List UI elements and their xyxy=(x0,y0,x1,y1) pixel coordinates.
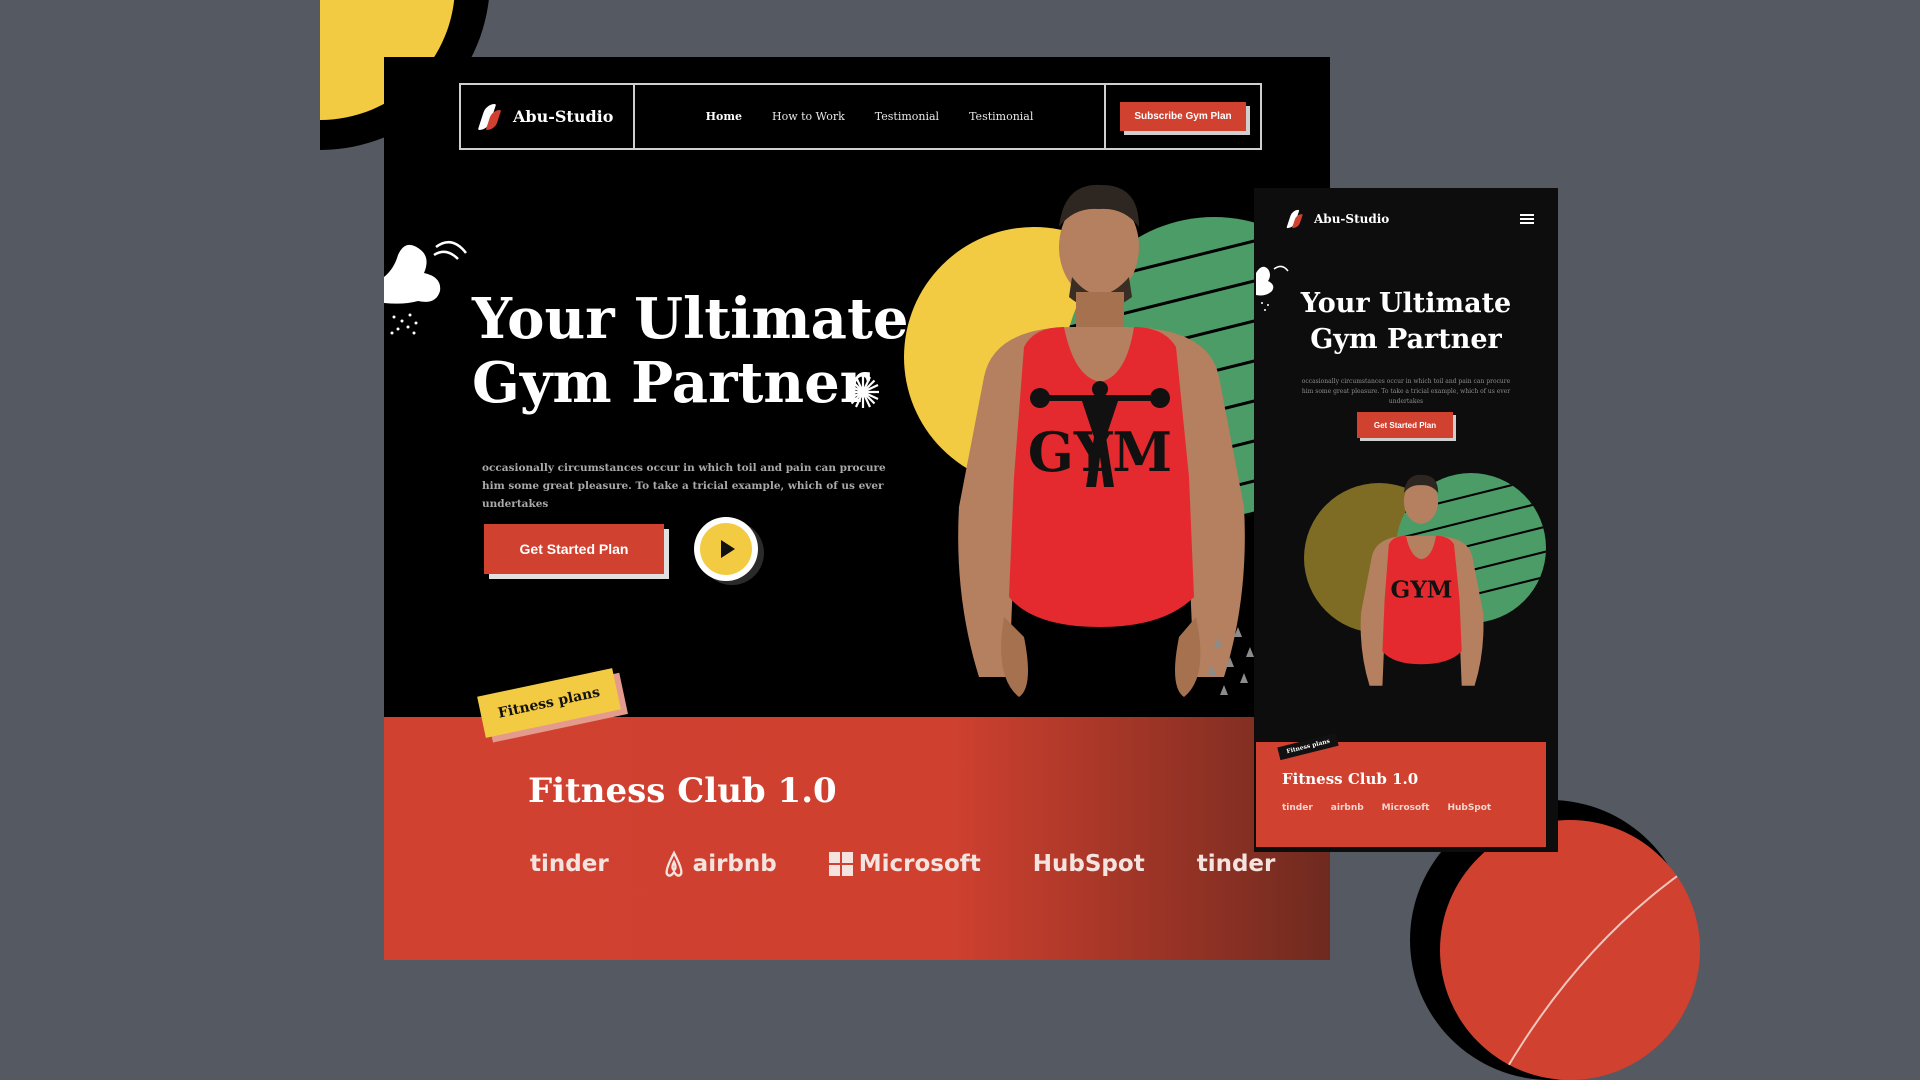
shirt-text: GYM xyxy=(1028,420,1172,484)
hand-wave-decoration-icon xyxy=(384,207,474,341)
hubspot-logo: HubSpot xyxy=(1032,851,1145,877)
mobile-get-started-plan-button[interactable]: Get Started Plan xyxy=(1357,412,1453,438)
fitness-plans-section xyxy=(384,717,1330,960)
top-navigation: Abu-Studio Home How to Work Testimonial … xyxy=(459,83,1262,150)
mobile-tinder-logo: tinder xyxy=(1282,803,1313,813)
tinder-logo: tinder xyxy=(530,851,609,877)
partner-logos: tinder airbnb Microsoft HubSpot tinder xyxy=(530,850,1275,878)
nav-link-testimonial-2[interactable]: Testimonial xyxy=(969,110,1033,123)
hero-title-line-1: Your Ultimate xyxy=(472,286,909,352)
microsoft-logo-text: Microsoft xyxy=(858,851,981,877)
mobile-mockup: Abu-Studio Your Ultimate Gym Partner occ… xyxy=(1256,190,1556,850)
nav-links: Home How to Work Testimonial Testimonial xyxy=(635,85,1106,148)
airbnb-logo-text: airbnb xyxy=(692,851,777,877)
fitness-club-title: Fitness Club 1.0 xyxy=(528,771,837,811)
desktop-mockup: Abu-Studio Home How to Work Testimonial … xyxy=(384,57,1330,960)
mobile-hero-title-line-1: Your Ultimate xyxy=(1300,288,1512,319)
microsoft-squares-icon xyxy=(828,852,853,876)
mobile-fitness-plans-section xyxy=(1256,742,1546,847)
flame-logo-icon xyxy=(1286,209,1303,230)
mobile-shirt-text: GYM xyxy=(1390,576,1452,603)
nav-link-how-to-work[interactable]: How to Work xyxy=(772,110,845,123)
airbnb-logo: airbnb xyxy=(661,850,777,878)
nav-link-home[interactable]: Home xyxy=(706,110,742,123)
subscribe-gym-plan-button[interactable]: Subscribe Gym Plan xyxy=(1120,102,1246,131)
mobile-navigation: Abu-Studio xyxy=(1284,204,1534,234)
microsoft-logo: Microsoft xyxy=(828,851,981,877)
mobile-hero-title: Your Ultimate Gym Partner xyxy=(1256,286,1556,358)
mobile-hero-title-line-2: Gym Partner xyxy=(1310,324,1502,355)
mobile-brand[interactable]: Abu-Studio xyxy=(1284,204,1389,234)
flame-logo-icon xyxy=(477,102,502,132)
play-icon[interactable] xyxy=(700,523,752,575)
mobile-partner-logos: tinder airbnb Microsoft HubSpot xyxy=(1282,803,1491,813)
speckle-decoration-icon xyxy=(1208,627,1254,695)
mobile-fitness-club-title: Fitness Club 1.0 xyxy=(1282,770,1419,788)
mobile-microsoft-logo: Microsoft xyxy=(1381,803,1430,813)
airbnb-icon xyxy=(665,850,683,877)
corner-decoration-red xyxy=(1440,820,1700,1080)
brand[interactable]: Abu-Studio xyxy=(461,85,635,148)
curve-line-icon xyxy=(1499,859,1700,1080)
get-started-plan-button[interactable]: Get Started Plan xyxy=(484,524,664,574)
brand-name: Abu-Studio xyxy=(513,107,614,126)
hero-description: occasionally circumstances occur in whic… xyxy=(482,461,886,510)
mobile-airbnb-logo: airbnb xyxy=(1330,803,1364,813)
fitness-plans-label: Fitness plans xyxy=(496,684,602,722)
hero-title-line-2: Gym Partner xyxy=(472,350,870,416)
tinder-logo-2: tinder xyxy=(1196,851,1276,877)
nav-cta-wrapper: Subscribe Gym Plan xyxy=(1106,85,1260,148)
mobile-athlete-image: GYM xyxy=(1360,474,1484,686)
hamburger-menu-icon[interactable] xyxy=(1520,214,1534,224)
nav-link-testimonial[interactable]: Testimonial xyxy=(875,110,939,123)
mobile-hero-description: occasionally circumstances occur in whic… xyxy=(1301,378,1511,405)
play-button-ring xyxy=(694,517,758,581)
sparkle-burst-icon xyxy=(847,376,879,408)
mobile-brand-name: Abu-Studio xyxy=(1314,212,1390,226)
mobile-hubspot-logo: HubSpot xyxy=(1447,803,1492,813)
